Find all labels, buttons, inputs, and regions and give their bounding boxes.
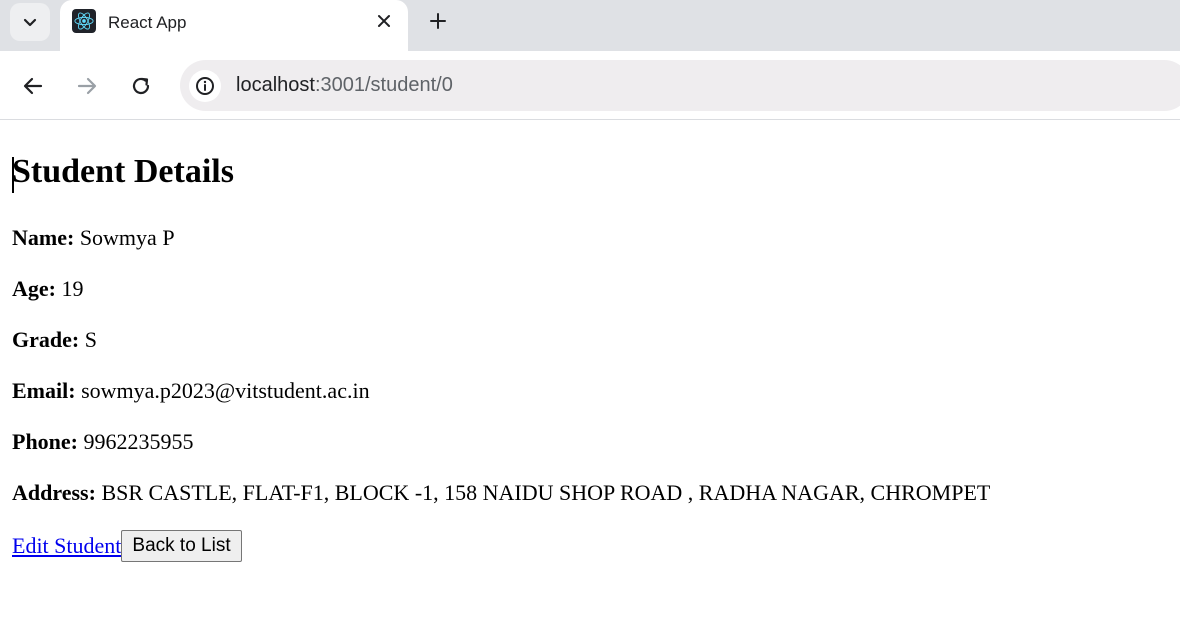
- field-label: Phone:: [12, 429, 78, 454]
- field-name: Name: Sowmya P: [12, 225, 175, 251]
- info-icon: [196, 77, 214, 95]
- url-path: :3001/student/0: [314, 74, 453, 96]
- back-arrow-icon: [23, 77, 43, 95]
- browser-tab[interactable]: React App: [60, 0, 408, 51]
- back-button[interactable]: [18, 71, 48, 101]
- back-to-list-button[interactable]: Back to List: [121, 530, 242, 562]
- field-label: Email:: [12, 378, 76, 403]
- site-info-button[interactable]: [189, 70, 221, 102]
- field-value: Sowmya P: [79, 225, 175, 250]
- reload-icon: [132, 77, 150, 95]
- forward-button[interactable]: [72, 71, 102, 101]
- address-bar[interactable]: localhost:3001/student/0: [180, 60, 1180, 111]
- field-value: S: [84, 327, 97, 352]
- tab-close-button[interactable]: [372, 9, 396, 33]
- field-address: Address: BSR CASTLE, FLAT-F1, BLOCK -1, …: [12, 480, 990, 506]
- field-label: Address:: [12, 480, 96, 505]
- close-icon: [378, 15, 390, 27]
- field-value: 19: [61, 276, 84, 301]
- new-tab-button[interactable]: [424, 7, 452, 35]
- react-logo-icon: [72, 9, 96, 33]
- reload-button[interactable]: [126, 71, 156, 101]
- field-phone: Phone: 9962235955: [12, 429, 194, 455]
- text-caret: [12, 157, 14, 193]
- page-title: Student Details: [12, 153, 234, 190]
- edit-student-link[interactable]: Edit Student: [12, 533, 121, 559]
- forward-arrow-icon: [77, 77, 97, 95]
- plus-icon: [430, 13, 446, 29]
- page-content: Student Details Name: Sowmya P Age: 19 G…: [0, 121, 1180, 618]
- field-label: Name:: [12, 225, 75, 250]
- field-value: BSR CASTLE, FLAT-F1, BLOCK -1, 158 NAIDU…: [101, 480, 991, 505]
- field-label: Age:: [12, 276, 56, 301]
- field-value: 9962235955: [83, 429, 194, 454]
- field-label: Grade:: [12, 327, 80, 352]
- tab-title: React App: [108, 13, 187, 32]
- tab-search-button[interactable]: [10, 3, 50, 41]
- chevron-down-icon: [23, 18, 37, 27]
- browser-toolbar: localhost:3001/student/0: [0, 51, 1180, 120]
- field-email: Email: sowmya.p2023@vitstudent.ac.in: [12, 378, 370, 404]
- action-row: Edit Student Back to List: [12, 530, 242, 562]
- field-value: sowmya.p2023@vitstudent.ac.in: [81, 378, 370, 403]
- url-host: localhost: [236, 74, 315, 96]
- tab-strip: React App: [0, 0, 1180, 51]
- field-age: Age: 19: [12, 276, 83, 302]
- field-grade: Grade: S: [12, 327, 97, 353]
- url-text[interactable]: localhost:3001/student/0: [236, 74, 453, 97]
